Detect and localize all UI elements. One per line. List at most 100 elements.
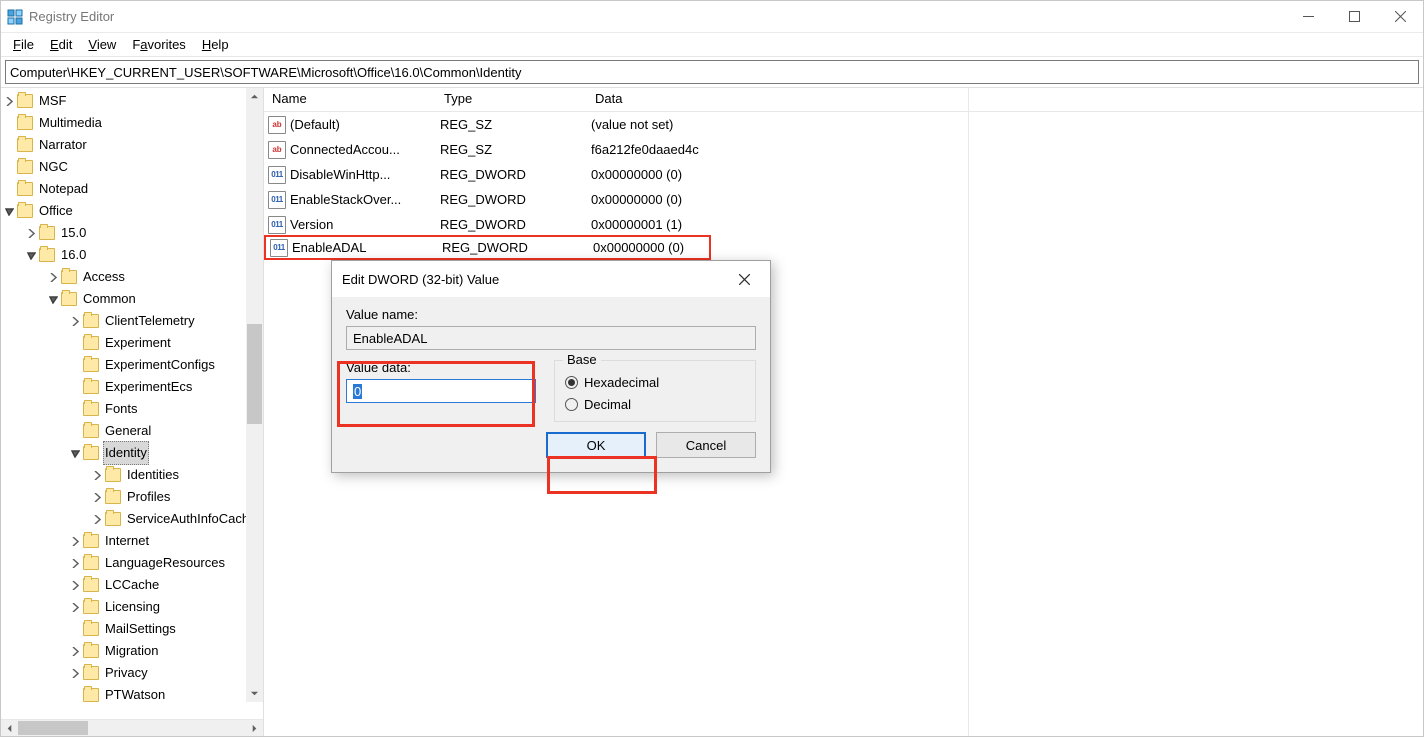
menu-file[interactable]: File: [5, 35, 42, 54]
expand-icon[interactable]: [89, 471, 105, 480]
tree-node[interactable]: Narrator: [1, 134, 263, 156]
folder-icon: [83, 556, 99, 570]
value-list-panel: Name Type Data ab(Default)REG_SZ(value n…: [264, 88, 1423, 736]
expand-icon[interactable]: [67, 647, 83, 656]
scroll-up-icon[interactable]: [246, 88, 263, 105]
expand-icon[interactable]: [67, 669, 83, 678]
folder-icon: [17, 138, 33, 152]
tree-node[interactable]: Privacy: [1, 662, 263, 684]
tree-node[interactable]: Identity: [1, 442, 263, 464]
address-bar[interactable]: Computer\HKEY_CURRENT_USER\SOFTWARE\Micr…: [5, 60, 1419, 84]
menu-edit[interactable]: Edit: [42, 35, 80, 54]
tree-node[interactable]: Experiment: [1, 332, 263, 354]
expand-icon[interactable]: [67, 603, 83, 612]
list-row[interactable]: 011VersionREG_DWORD0x00000001 (1): [264, 212, 1423, 237]
value-type: REG_DWORD: [440, 192, 591, 207]
registry-tree[interactable]: MSFMultimediaNarratorNGCNotepadOffice15.…: [1, 88, 263, 706]
tree-horizontal-scrollbar[interactable]: [1, 719, 263, 736]
cancel-button[interactable]: Cancel: [656, 432, 756, 458]
dword-value-icon: 011: [268, 216, 286, 234]
tree-node[interactable]: MailSettings: [1, 618, 263, 640]
tree-node[interactable]: ClientTelemetry: [1, 310, 263, 332]
value-data: 0x00000000 (0): [591, 192, 1423, 207]
expand-icon[interactable]: [67, 559, 83, 568]
string-value-icon: ab: [268, 141, 286, 159]
tree-node[interactable]: NGC: [1, 156, 263, 178]
collapse-icon[interactable]: [67, 449, 83, 458]
list-row[interactable]: 011EnableStackOver...REG_DWORD0x00000000…: [264, 187, 1423, 212]
tree-node[interactable]: Internet: [1, 530, 263, 552]
radio-decimal[interactable]: Decimal: [565, 393, 745, 415]
tree-node[interactable]: General: [1, 420, 263, 442]
tree-node[interactable]: Fonts: [1, 398, 263, 420]
column-header-type[interactable]: Type: [436, 88, 587, 111]
folder-icon: [17, 204, 33, 218]
menu-favorites[interactable]: Favorites: [124, 35, 193, 54]
menu-help[interactable]: Help: [194, 35, 237, 54]
tree-node[interactable]: Notepad: [1, 178, 263, 200]
collapse-icon[interactable]: [23, 251, 39, 260]
maximize-button[interactable]: [1331, 1, 1377, 33]
folder-icon: [17, 160, 33, 174]
expand-icon[interactable]: [67, 581, 83, 590]
expand-icon[interactable]: [67, 317, 83, 326]
list-row[interactable]: abConnectedAccou...REG_SZf6a212fe0daaed4…: [264, 137, 1423, 162]
minimize-button[interactable]: [1285, 1, 1331, 33]
tree-node[interactable]: Office: [1, 200, 263, 222]
expand-icon[interactable]: [89, 493, 105, 502]
folder-icon: [39, 248, 55, 262]
collapse-icon[interactable]: [45, 295, 61, 304]
folder-icon: [83, 644, 99, 658]
expand-icon[interactable]: [67, 537, 83, 546]
scroll-thumb[interactable]: [18, 721, 88, 735]
list-row[interactable]: ab(Default)REG_SZ(value not set): [264, 112, 1423, 137]
list-row[interactable]: 011EnableADALREG_DWORD0x00000000 (0): [264, 235, 711, 260]
expand-icon[interactable]: [1, 97, 17, 106]
scroll-left-icon[interactable]: [1, 720, 18, 736]
tree-node[interactable]: Access: [1, 266, 263, 288]
tree-node[interactable]: Licensing: [1, 596, 263, 618]
folder-icon: [83, 622, 99, 636]
tree-node[interactable]: PTWatson: [1, 684, 263, 706]
tree-node[interactable]: ExperimentConfigs: [1, 354, 263, 376]
tree-node[interactable]: MSF: [1, 90, 263, 112]
expand-icon[interactable]: [89, 515, 105, 524]
tree-node[interactable]: ServiceAuthInfoCache: [1, 508, 263, 530]
tree-node[interactable]: 16.0: [1, 244, 263, 266]
ok-button[interactable]: OK: [546, 432, 646, 458]
tree-node[interactable]: Multimedia: [1, 112, 263, 134]
column-header-name[interactable]: Name: [264, 88, 436, 111]
tree-node[interactable]: LCCache: [1, 574, 263, 596]
close-button[interactable]: [1377, 1, 1423, 33]
folder-icon: [83, 402, 99, 416]
folder-icon: [83, 380, 99, 394]
tree-node[interactable]: ExperimentEcs: [1, 376, 263, 398]
tree-vertical-scrollbar[interactable]: [246, 88, 263, 702]
column-header-data[interactable]: Data: [587, 88, 1423, 111]
tree-node[interactable]: LanguageResources: [1, 552, 263, 574]
tree-node[interactable]: 15.0: [1, 222, 263, 244]
folder-icon: [105, 490, 121, 504]
expand-icon[interactable]: [23, 229, 39, 238]
scroll-down-icon[interactable]: [246, 685, 263, 702]
dialog-close-button[interactable]: [728, 265, 760, 293]
collapse-icon[interactable]: [1, 207, 17, 216]
value-name-label: Value name:: [346, 307, 756, 322]
list-row[interactable]: 011DisableWinHttp...REG_DWORD0x00000000 …: [264, 162, 1423, 187]
tree-label: Office: [37, 200, 75, 222]
tree-label: 16.0: [59, 244, 88, 266]
scroll-thumb[interactable]: [247, 324, 262, 424]
folder-icon: [61, 270, 77, 284]
tree-node[interactable]: Identities: [1, 464, 263, 486]
tree-node[interactable]: Common: [1, 288, 263, 310]
expand-icon[interactable]: [45, 273, 61, 282]
tree-label: NGC: [37, 156, 70, 178]
value-data-input[interactable]: 0: [346, 379, 536, 403]
menu-view[interactable]: View: [80, 35, 124, 54]
tree-node[interactable]: Migration: [1, 640, 263, 662]
tree-label: LCCache: [103, 574, 161, 596]
scroll-right-icon[interactable]: [246, 720, 263, 736]
radio-hexadecimal[interactable]: Hexadecimal: [565, 371, 745, 393]
tree-node[interactable]: Profiles: [1, 486, 263, 508]
tree-label: 15.0: [59, 222, 88, 244]
